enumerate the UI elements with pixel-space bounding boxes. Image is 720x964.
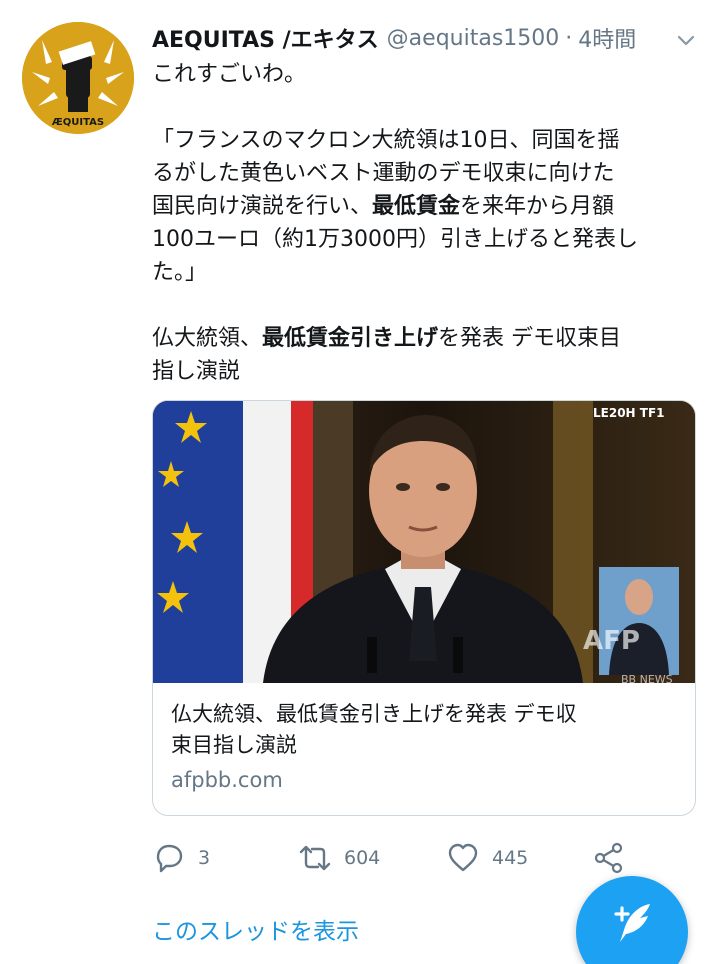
bold-phrase: 最低賃金 xyxy=(372,194,461,219)
aequitas-logo: ÆQUITAS xyxy=(22,22,134,134)
display-name[interactable]: AEQUITAS /エキタス xyxy=(152,22,379,54)
tweet-text: これすごいわ。 「フランスのマクロン大統領は10日、同国を揺 るがした黄色いベス… xyxy=(152,58,702,388)
retweet-icon xyxy=(299,845,331,871)
reply-count: 3 xyxy=(198,847,211,869)
retweet-count: 604 xyxy=(344,847,381,869)
headline-line: 仏大統領、最低賃金引き上げを発表 デモ収束目 xyxy=(152,326,622,351)
compose-tweet-icon xyxy=(614,904,650,942)
like-button[interactable]: 445 xyxy=(446,838,528,878)
heart-icon xyxy=(448,843,478,872)
tweet-time[interactable]: 4時間 xyxy=(578,22,636,54)
compose-tweet-button[interactable] xyxy=(576,876,688,964)
eu-flag xyxy=(153,401,215,683)
tweet-header: AEQUITAS /エキタス @aequitas1500 · 4時間 xyxy=(152,22,712,54)
tweet-actions: 3 604 445 xyxy=(152,838,712,878)
reply-icon xyxy=(156,844,183,873)
card-title[interactable]: 仏大統領、最低賃金引き上げを発表 デモ収 束目指し演説 xyxy=(171,699,677,761)
afp-watermark: AFP xyxy=(583,626,640,656)
card-text[interactable]: 仏大統領、最低賃金引き上げを発表 デモ収 束目指し演説 afpbb.com xyxy=(153,683,695,796)
afpbb-news-watermark: BB NEWS xyxy=(621,673,673,683)
tweet-line: これすごいわ。 xyxy=(152,62,307,87)
separator-dot: · xyxy=(565,25,573,51)
like-count: 445 xyxy=(492,847,529,869)
share-button[interactable] xyxy=(592,838,626,878)
quote-line: た。」 xyxy=(152,260,208,285)
share-icon xyxy=(594,842,623,874)
card-image[interactable]: LE20H TF1 AFP BB NEWS xyxy=(153,401,695,683)
card-domain: afpbb.com xyxy=(171,768,283,792)
avatar-text: ÆQUITAS xyxy=(52,117,104,128)
quote-line: 「フランスのマクロン大統領は10日、同国を揺 xyxy=(152,128,620,153)
retweet-button[interactable]: 604 xyxy=(298,838,380,878)
quote-line: 国民向け演説を行い、最低賃金を来年から月額 xyxy=(152,194,615,219)
link-card[interactable]: LE20H TF1 AFP BB NEWS 仏大統領、最低賃金引き上げを発表 デ… xyxy=(152,400,696,816)
show-thread-link[interactable]: このスレッドを表示 xyxy=(152,912,359,946)
chevron-down-icon[interactable] xyxy=(674,28,698,52)
quote-line: 100ユーロ（約1万3000円）引き上げると発表し xyxy=(152,227,638,252)
quote-line: るがした黄色いベスト運動のデモ収束に向けた xyxy=(152,161,615,186)
tv-channel-logo: LE20H TF1 xyxy=(593,406,665,420)
bold-phrase: 最低賃金引き上げ xyxy=(262,326,439,351)
headline-line: 指し演説 xyxy=(152,359,241,384)
reply-button[interactable]: 3 xyxy=(152,838,210,878)
user-handle[interactable]: @aequitas1500 xyxy=(387,26,560,51)
avatar[interactable]: ÆQUITAS xyxy=(22,22,134,134)
